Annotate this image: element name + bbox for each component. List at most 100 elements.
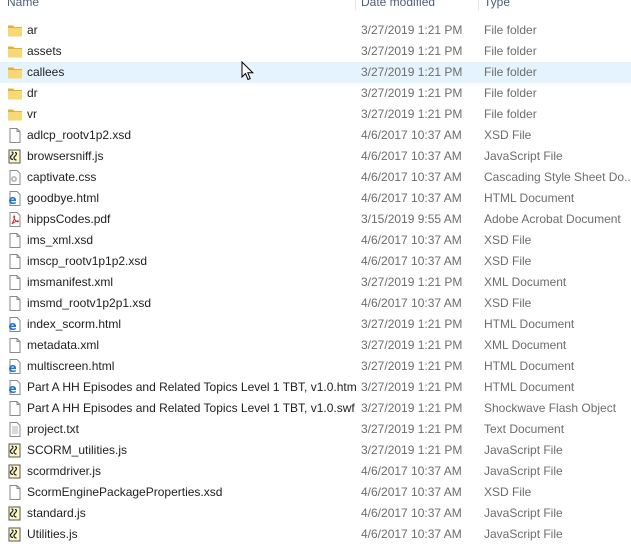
file-type: JavaScript File [484, 149, 563, 163]
file-row[interactable]: ar 3/27/2019 1:21 PM File folder [0, 20, 631, 41]
file-row[interactable]: standard.js 4/6/2017 10:37 AM JavaScript F… [0, 503, 631, 524]
file-row[interactable]: e index_scorm.html 3/27/2019 1:21 PM HTML D… [0, 314, 631, 335]
file-name: assets [27, 44, 62, 58]
file-row[interactable]: e Part A HH Episodes and Related Topics L… [0, 377, 631, 398]
file-row[interactable]: imsmd_rootv1p2p1.xsd 4/6/2017 10:37 AM XSD… [0, 293, 631, 314]
file-type: XSD File [484, 485, 532, 499]
file-date-modified: 3/27/2019 1:21 PM [361, 380, 463, 394]
file-type: Text Document [484, 422, 565, 436]
svg-text:e: e [9, 361, 17, 374]
file-name: imsmd_rootv1p2p1.xsd [27, 296, 152, 310]
column-header-type[interactable]: Type [484, 0, 510, 10]
script-file-icon [7, 527, 23, 542]
file-row[interactable]: ScormEnginePackageProperties.xsd 4/6/2017… [0, 482, 631, 503]
file-name: callees [27, 65, 65, 79]
file-date-modified: 4/6/2017 10:37 AM [361, 254, 462, 268]
file-row[interactable]: imscp_rootv1p1p2.xsd 4/6/2017 10:37 AM XSD… [0, 251, 631, 272]
file-name: imscp_rootv1p1p2.xsd [27, 254, 148, 268]
file-type: JavaScript File [484, 443, 563, 457]
file-date-modified: 4/6/2017 10:37 AM [361, 191, 462, 205]
file-row[interactable]: ims_xml.xsd 4/6/2017 10:37 AM XSD File [0, 230, 631, 251]
file-row[interactable]: callees 3/27/2019 1:21 PM File folder [0, 62, 631, 83]
file-name: metadata.xml [27, 338, 100, 352]
generic-file-icon [7, 233, 23, 248]
file-type: HTML Document [484, 380, 575, 394]
file-name: browsersniff.js [27, 149, 104, 163]
file-row[interactable]: SCORM_utilities.js 3/27/2019 1:21 PM JavaS… [0, 440, 631, 461]
file-row[interactable]: e goodbye.html 4/6/2017 10:37 AM HTML Docum… [0, 188, 631, 209]
file-name: imsmanifest.xml [27, 275, 114, 289]
file-date-modified: 3/15/2019 9:55 AM [361, 212, 462, 226]
mouse-cursor-icon [241, 61, 255, 81]
file-date-modified: 3/27/2019 1:21 PM [361, 275, 463, 289]
file-row[interactable]: Part A HH Episodes and Related Topics Le… [0, 398, 631, 419]
file-name: vr [27, 107, 37, 121]
file-name: project.txt [27, 422, 80, 436]
file-type: Cascading Style Sheet Do... [484, 170, 631, 184]
file-type: HTML Document [484, 191, 575, 205]
generic-file-icon [7, 128, 23, 143]
generic-file-icon [7, 275, 23, 290]
file-row[interactable]: vr 3/27/2019 1:21 PM File folder [0, 104, 631, 125]
file-row[interactable]: scormdriver.js 4/6/2017 10:37 AM JavaScrip… [0, 461, 631, 482]
file-date-modified: 4/6/2017 10:37 AM [361, 506, 462, 520]
svg-text:e: e [9, 382, 17, 395]
file-name: goodbye.html [27, 191, 100, 205]
file-row[interactable]: captivate.css 4/6/2017 10:37 AM Cascading … [0, 167, 631, 188]
svg-text:e: e [9, 193, 17, 206]
file-type: Shockwave Flash Object [484, 401, 617, 415]
column-header-name[interactable]: Name [7, 0, 39, 10]
file-date-modified: 4/6/2017 10:37 AM [361, 170, 462, 184]
file-row[interactable]: imsmanifest.xml 3/27/2019 1:21 PM XML Docu… [0, 272, 631, 293]
file-name: adlcp_rootv1p2.xsd [27, 128, 132, 142]
file-type: XSD File [484, 296, 532, 310]
column-header: Name Date modified Type [0, 0, 631, 10]
file-date-modified: 4/6/2017 10:37 AM [361, 464, 462, 478]
html-file-icon: e [7, 380, 23, 396]
file-name: ar [27, 23, 38, 37]
svg-text:e: e [9, 319, 17, 332]
column-header-date[interactable]: Date modified [361, 0, 435, 10]
file-date-modified: 4/6/2017 10:37 AM [361, 485, 462, 499]
file-row[interactable]: assets 3/27/2019 1:21 PM File folder [0, 41, 631, 62]
file-row[interactable]: metadata.xml 3/27/2019 1:21 PM XML Documen… [0, 335, 631, 356]
file-type: File folder [484, 44, 537, 58]
file-row[interactable]: dr 3/27/2019 1:21 PM File folder [0, 83, 631, 104]
file-row[interactable]: browsersniff.js 4/6/2017 10:37 AM JavaScri… [0, 146, 631, 167]
file-name: dr [27, 86, 38, 100]
column-separator[interactable] [355, 0, 356, 10]
file-date-modified: 3/27/2019 1:21 PM [361, 86, 463, 100]
file-name: hippsCodes.pdf [27, 212, 111, 226]
file-date-modified: 3/27/2019 1:21 PM [361, 338, 463, 352]
file-date-modified: 3/27/2019 1:21 PM [361, 422, 463, 436]
file-row[interactable]: adlcp_rootv1p2.xsd 4/6/2017 10:37 AM XSD F… [0, 125, 631, 146]
file-type: XML Document [484, 338, 567, 352]
file-row[interactable]: e multiscreen.html 3/27/2019 1:21 PM HTML D… [0, 356, 631, 377]
file-date-modified: 4/6/2017 10:37 AM [361, 233, 462, 247]
text-file-icon [7, 422, 23, 437]
file-date-modified: 3/27/2019 1:21 PM [361, 359, 463, 373]
html-file-icon: e [7, 317, 23, 333]
file-date-modified: 3/27/2019 1:21 PM [361, 401, 463, 415]
file-date-modified: 3/27/2019 1:21 PM [361, 65, 463, 79]
file-date-modified: 3/27/2019 1:21 PM [361, 317, 463, 331]
html-file-icon: e [7, 191, 23, 207]
file-name: index_scorm.html [27, 317, 122, 331]
script-file-icon [7, 464, 23, 479]
file-date-modified: 4/6/2017 10:37 AM [361, 296, 462, 310]
file-type: HTML Document [484, 359, 575, 373]
file-row[interactable]: Utilities.js 4/6/2017 10:37 AM JavaScript … [0, 524, 631, 545]
file-list: ar 3/27/2019 1:21 PM File folder assets 3/27… [0, 20, 631, 545]
file-name: ims_xml.xsd [27, 233, 94, 247]
column-separator[interactable] [478, 0, 479, 10]
file-date-modified: 3/27/2019 1:21 PM [361, 44, 463, 58]
file-date-modified: 4/6/2017 10:37 AM [361, 527, 462, 541]
folder-icon [7, 86, 23, 101]
file-row[interactable]: hippsCodes.pdf 3/15/2019 9:55 AM Adobe Acr… [0, 209, 631, 230]
file-name: Utilities.js [27, 527, 78, 541]
file-name: Part A HH Episodes and Related Topics Le… [27, 380, 357, 394]
file-row[interactable]: project.txt 3/27/2019 1:21 PM Text Documen… [0, 419, 631, 440]
file-type: XSD File [484, 128, 532, 142]
file-type: XSD File [484, 254, 532, 268]
generic-file-icon [7, 485, 23, 500]
